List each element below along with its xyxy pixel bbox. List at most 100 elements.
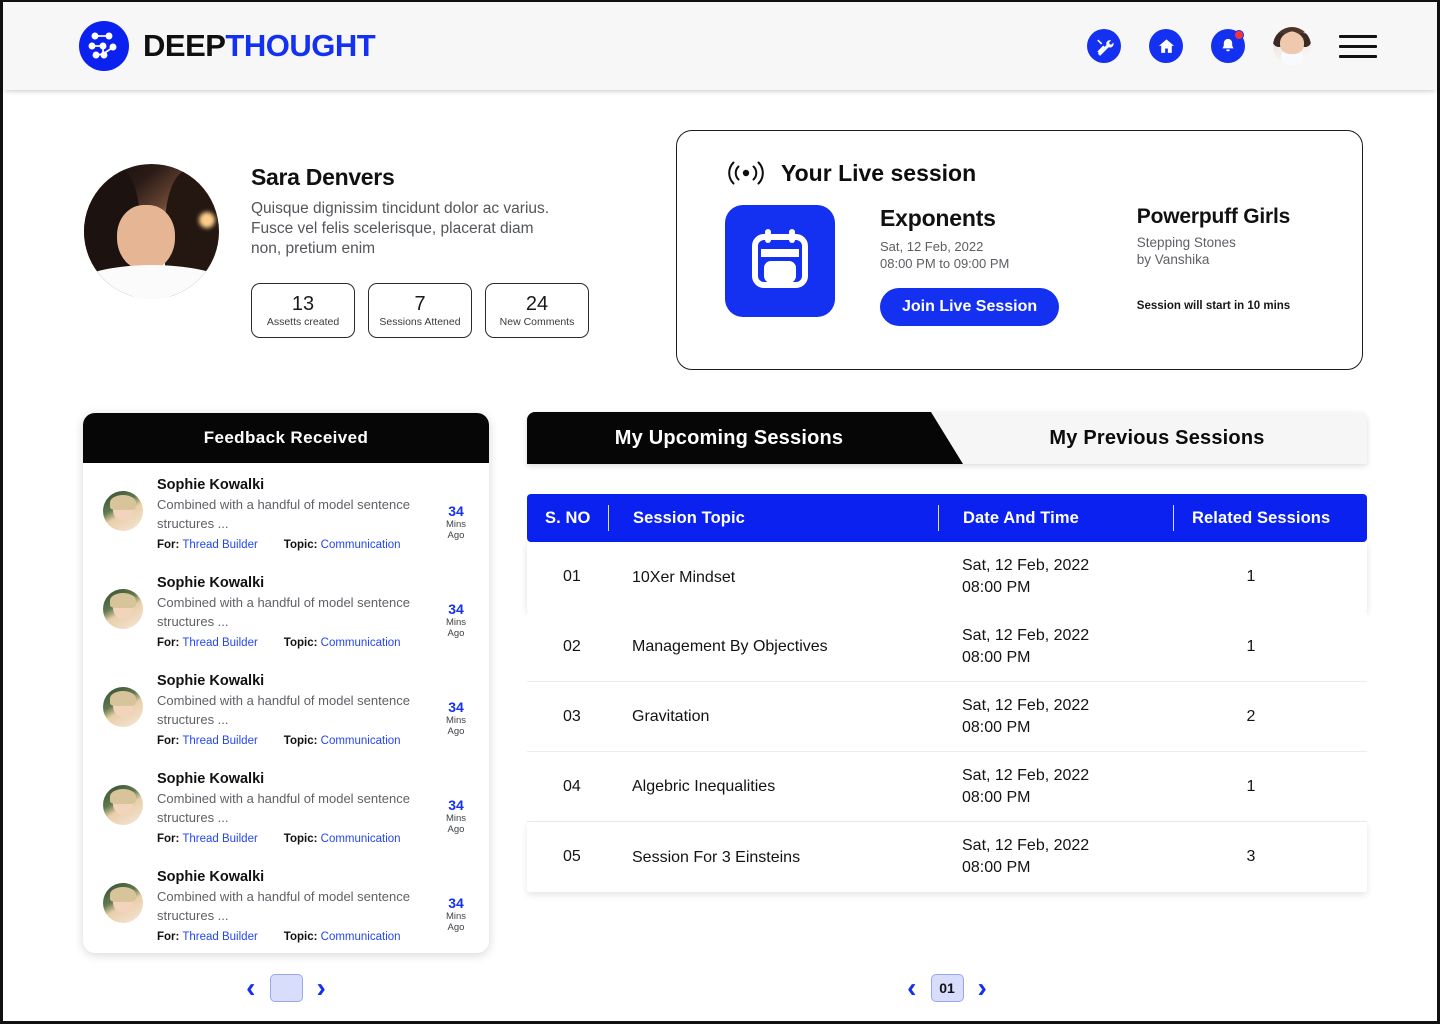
stat-assets-created: 13 Assetts created	[251, 283, 355, 338]
live-session-date: Sat, 12 Feb, 2022	[880, 239, 984, 254]
stat-label: New Comments	[499, 316, 575, 328]
live-session-info: Exponents Sat, 12 Feb, 2022 08:00 PM to …	[880, 205, 1125, 326]
feedback-content: Sophie Kowalki Combined with a handful of…	[157, 673, 425, 747]
feedback-for: For: Thread Builder	[157, 931, 258, 943]
brand-wordmark: DEEPTHOUGHT	[143, 28, 376, 64]
cell-related-sessions: 1	[1246, 568, 1256, 585]
feedback-tags: For: Thread Builder Topic: Communication	[157, 637, 425, 649]
brand-text-thought: THOUGHT	[225, 28, 376, 63]
stat-value: 13	[291, 293, 315, 315]
network-nodes-icon	[79, 21, 129, 71]
column-header-sno: S. NO	[545, 508, 591, 527]
feedback-author: Sophie Kowalki	[157, 673, 265, 689]
profile-photo	[84, 164, 219, 299]
table-header-row: S. NO Session Topic Date And Time Relate…	[527, 494, 1367, 542]
table-row[interactable]: 05 Session For 3 Einsteins Sat, 12 Feb, 20…	[527, 822, 1367, 892]
feedback-author: Sophie Kowalki	[157, 771, 265, 787]
group-name: Powerpuff Girls	[1136, 205, 1291, 228]
feedback-author: Sophie Kowalki	[157, 575, 265, 591]
stat-new-comments: 24 New Comments	[485, 283, 589, 338]
feedback-item[interactable]: Sophie Kowalki Combined with a handful of…	[83, 659, 489, 757]
header-actions	[1087, 27, 1377, 65]
feedback-content: Sophie Kowalki Combined with a handful of…	[157, 869, 425, 943]
cell-session-topic: Gravitation	[632, 708, 710, 725]
feedback-item[interactable]: Sophie Kowalki Combined with a handful of…	[83, 855, 489, 953]
feedback-for: For: Thread Builder	[157, 735, 258, 747]
feedback-tags: For: Thread Builder Topic: Communication	[157, 735, 425, 747]
column-header-date-and-time: Date And Time	[938, 505, 1173, 531]
feedback-text: Combined with a handful of model sentenc…	[157, 791, 410, 825]
feedback-topic: Topic: Communication	[283, 931, 401, 943]
avatar	[103, 589, 143, 629]
bell-icon[interactable]	[1211, 29, 1245, 63]
cell-related-sessions: 1	[1246, 777, 1256, 795]
hamburger-menu-icon[interactable]	[1339, 34, 1377, 58]
feedback-prev-page-icon[interactable]: ‹	[246, 974, 255, 1002]
feedback-next-page-icon[interactable]: ›	[317, 974, 326, 1002]
cell-related-sessions: 1	[1246, 637, 1256, 655]
feedback-timestamp: 34 Mins Ago	[445, 699, 467, 737]
brand-logo[interactable]: DEEPTHOUGHT	[79, 21, 376, 71]
feedback-author: Sophie Kowalki	[157, 869, 265, 885]
feedback-list[interactable]: Sophie Kowalki Combined with a handful of…	[83, 463, 489, 953]
home-icon[interactable]	[1149, 29, 1183, 63]
tools-icon[interactable]	[1087, 29, 1121, 63]
avatar	[103, 687, 143, 727]
feedback-text: Combined with a handful of model sentenc…	[157, 889, 410, 923]
join-live-session-button[interactable]: Join Live Session	[880, 288, 1060, 326]
table-row[interactable]: 04 Algebric Inequalities Sat, 12 Feb, 2022…	[527, 752, 1367, 822]
page-title: Sara Denvers	[251, 164, 395, 190]
avatar[interactable]	[1273, 27, 1311, 65]
table-row[interactable]: 01 10Xer Mindset Sat, 12 Feb, 2022 08:00 PM…	[527, 542, 1367, 612]
live-session-card: Your Live session Exponents Sat, 12 Feb,…	[676, 130, 1363, 370]
column-header-session-topic: Session Topic	[608, 505, 938, 531]
live-session-body: Exponents Sat, 12 Feb, 2022 08:00 PM to …	[725, 205, 1362, 326]
avatar	[103, 491, 143, 531]
feedback-page-number[interactable]	[269, 974, 303, 1002]
feedback-timestamp: 34 Mins Ago	[445, 895, 467, 933]
stat-value: 24	[525, 293, 549, 315]
cell-related-sessions: 3	[1246, 848, 1256, 865]
broadcast-icon	[728, 161, 764, 185]
group-author: by Vanshika	[1136, 252, 1210, 267]
cell-session-topic: Management By Objectives	[632, 638, 828, 655]
sessions-tabs: My Previous Sessions My Upcoming Session…	[527, 412, 1367, 464]
feedback-text: Combined with a handful of model sentenc…	[157, 595, 410, 629]
live-session-group: Powerpuff Girls Stepping Stones by Vansh…	[1137, 205, 1362, 326]
table-row[interactable]: 03 Gravitation Sat, 12 Feb, 2022 08:00 PM 2	[527, 682, 1367, 752]
cell-sno: 04	[563, 777, 581, 795]
live-session-time: 08:00 PM to 09:00 PM	[880, 256, 1010, 271]
feedback-author: Sophie Kowalki	[157, 477, 265, 493]
feedback-timestamp: 34 Mins Ago	[445, 797, 467, 835]
stat-label: Sessions Attened	[379, 316, 461, 328]
feedback-tags: For: Thread Builder Topic: Communication	[157, 931, 425, 943]
profile-details: Sara Denvers Quisque dignissim tincidunt…	[251, 164, 589, 338]
cell-related-sessions: 2	[1246, 707, 1256, 725]
app-window: DEEPTHOUGHT Sara Denvers Quisque digniss…	[0, 0, 1440, 1024]
calendar-icon	[725, 205, 835, 317]
cell-session-topic: 10Xer Mindset	[632, 568, 736, 586]
top-header-bar: DEEPTHOUGHT	[3, 2, 1437, 90]
brand-text-deep: DEEP	[143, 28, 226, 63]
stat-label: Assetts created	[266, 316, 340, 328]
feedback-text: Combined with a handful of model sentenc…	[157, 497, 410, 531]
feedback-timestamp: 34 Mins Ago	[445, 503, 467, 541]
tab-my-upcoming-sessions[interactable]: My Upcoming Sessions	[527, 412, 963, 464]
tab-label: My Previous Sessions	[1049, 426, 1265, 449]
sessions-next-page-icon[interactable]: ›	[978, 974, 987, 1002]
feedback-tags: For: Thread Builder Topic: Communication	[157, 539, 425, 551]
feedback-item[interactable]: Sophie Kowalki Combined with a handful of…	[83, 757, 489, 855]
sessions-prev-page-icon[interactable]: ‹	[907, 974, 916, 1002]
feedback-item[interactable]: Sophie Kowalki Combined with a handful of…	[83, 561, 489, 659]
cell-sno: 05	[563, 848, 581, 865]
live-session-name: Exponents	[880, 205, 996, 231]
feedback-card-heading: Feedback Received	[83, 413, 489, 463]
cell-sno: 03	[563, 707, 581, 725]
sessions-page-number[interactable]: 01	[930, 974, 964, 1002]
feedback-for: For: Thread Builder	[157, 539, 258, 551]
table-row[interactable]: 02 Management By Objectives Sat, 12 Feb, 2…	[527, 612, 1367, 682]
cell-date-and-time: Sat, 12 Feb, 2022 08:00 PM	[962, 766, 1090, 806]
feedback-timestamp: 34 Mins Ago	[445, 601, 467, 639]
feedback-item[interactable]: Sophie Kowalki Combined with a handful of…	[83, 463, 489, 561]
feedback-for: For: Thread Builder	[157, 637, 258, 649]
